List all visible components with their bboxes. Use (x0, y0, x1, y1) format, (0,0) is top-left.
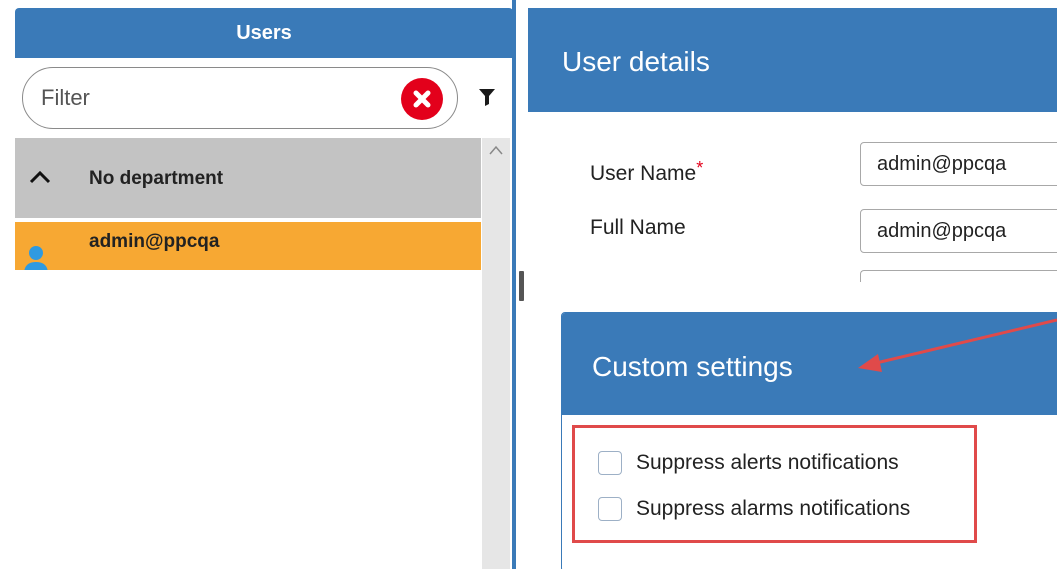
suppress-alerts-label: Suppress alerts notifications (636, 451, 899, 474)
filter-options-button[interactable] (470, 81, 504, 115)
users-scrollbar[interactable] (482, 138, 510, 569)
user-list-item[interactable]: admin@ppcqa (15, 222, 481, 270)
custom-settings-title: Custom settings (592, 351, 793, 382)
user-icon (24, 246, 48, 270)
suppress-alerts-checkbox[interactable] (598, 451, 622, 475)
splitter-handle[interactable] (519, 271, 524, 301)
app-window: Users N (0, 0, 1057, 569)
filter-row (22, 67, 512, 129)
user-label: admin@ppcqa (89, 231, 220, 252)
chevron-up-icon[interactable] (27, 164, 53, 190)
users-panel: Users N (0, 0, 514, 569)
user-name-label: User Name* (590, 158, 704, 185)
department-label: No department (89, 168, 224, 189)
scroll-up-icon[interactable] (488, 144, 504, 156)
required-mark: * (696, 158, 704, 178)
funnel-icon (479, 89, 495, 106)
suppress-alarms-checkbox[interactable] (598, 497, 622, 521)
user-details-panel: User details User Name* Full Name Custom… (528, 8, 1057, 569)
user-name-input[interactable] (860, 142, 1057, 186)
next-field-input[interactable] (860, 270, 1057, 282)
users-panel-title: Users (15, 8, 513, 58)
filter-input[interactable] (39, 80, 389, 116)
custom-settings-header: Custom settings (562, 313, 1057, 415)
full-name-label: Full Name (590, 216, 686, 239)
user-details-header: User details (528, 8, 1057, 112)
suppress-alarms-option[interactable]: Suppress alarms notifications (598, 497, 910, 521)
suppress-alerts-option[interactable]: Suppress alerts notifications (598, 451, 899, 475)
suppress-alarms-label: Suppress alarms notifications (636, 497, 911, 520)
custom-settings-section: Custom settings Suppress alerts notifica… (561, 312, 1057, 569)
department-group-row[interactable]: No department (15, 138, 481, 218)
user-details-title: User details (562, 46, 710, 77)
users-tree: No department admin@ppcqa (15, 138, 481, 569)
full-name-input[interactable] (860, 209, 1057, 253)
filter-box (22, 67, 458, 129)
splitter-line (512, 0, 516, 569)
clear-filter-button[interactable] (401, 78, 443, 120)
clear-icon (413, 90, 431, 108)
